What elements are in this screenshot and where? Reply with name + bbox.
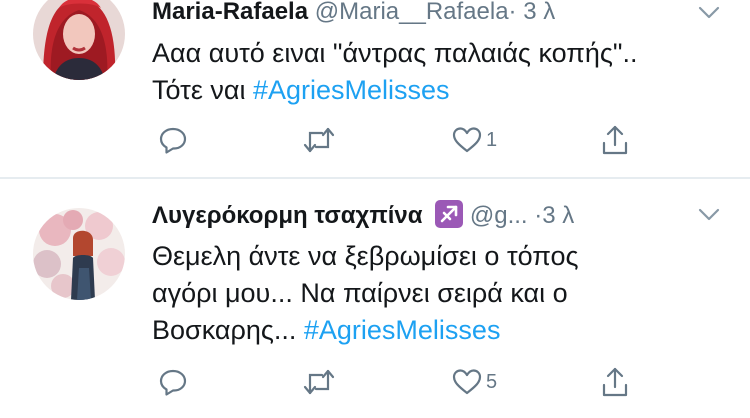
heart-icon [452, 369, 482, 395]
share-icon [602, 125, 628, 155]
avatar[interactable] [33, 208, 125, 300]
retweet-button[interactable] [302, 120, 336, 160]
tweet-text-fragment: Βοσκαρης... [152, 315, 304, 345]
chevron-down-icon[interactable] [698, 208, 720, 222]
like-count: 5 [486, 370, 498, 393]
author-name[interactable]: Λυγερόκορμη τσαχπίνα [152, 202, 423, 229]
tweet-text-line: Θεμελη άντε να ξεβρωμίσει ο τόπος [152, 241, 579, 271]
like-count: 1 [486, 128, 498, 151]
tweet-text-line: αγόρι μου... Να παίρνει σειρά και ο [152, 278, 568, 308]
hashtag-link[interactable]: #AgriesMelisses [253, 75, 450, 105]
separator-dot: · [508, 0, 517, 25]
retweet-button[interactable] [302, 362, 336, 402]
tweet[interactable]: Maria-Rafaela @Maria__Rafaela· 3 λ Ααα α… [0, 0, 750, 177]
author-handle[interactable]: @g... [470, 202, 528, 229]
tweet-header: Λυγερόκορμη τσαχπίνα @g... ·3 λ [152, 200, 574, 230]
timestamp[interactable]: 3 λ [523, 0, 555, 25]
avatar[interactable] [33, 0, 125, 80]
share-icon [602, 367, 628, 397]
chevron-down-icon[interactable] [698, 6, 720, 20]
tweet[interactable]: Λυγερόκορμη τσαχπίνα @g... ·3 λ Θεμελη ά… [0, 179, 750, 418]
timestamp[interactable]: 3 λ [542, 202, 574, 229]
tweet-text-line: Τότε ναι #AgriesMelisses [152, 72, 638, 109]
hashtag-link[interactable]: #AgriesMelisses [304, 315, 501, 345]
tweet-header: Maria-Rafaela @Maria__Rafaela· 3 λ [152, 0, 555, 27]
reply-icon [159, 369, 187, 396]
share-button[interactable] [600, 362, 630, 402]
sagittarius-emoji [435, 200, 464, 228]
retweet-icon [303, 127, 335, 153]
heart-icon [452, 127, 482, 153]
reply-icon [159, 127, 187, 154]
like-button[interactable]: 1 [452, 120, 497, 160]
like-button[interactable]: 5 [452, 362, 497, 402]
tweet-actions: 5 [152, 362, 652, 402]
author-name[interactable]: Maria-Rafaela [152, 0, 308, 25]
tweet-text-fragment: Τότε ναι [152, 75, 253, 105]
reply-button[interactable] [158, 362, 188, 402]
tweet-text-line: Ααα αυτό ειναι "άντρας παλαιάς κοπής".. [152, 38, 638, 68]
tweet-text: Ααα αυτό ειναι "άντρας παλαιάς κοπής".. … [152, 35, 638, 109]
tweet-text-line: Βοσκαρης... #AgriesMelisses [152, 312, 579, 349]
share-button[interactable] [600, 120, 630, 160]
tweet-text: Θεμελη άντε να ξεβρωμίσει ο τόπος αγόρι … [152, 238, 579, 349]
reply-button[interactable] [158, 120, 188, 160]
retweet-icon [303, 369, 335, 395]
tweet-actions: 1 [152, 120, 652, 160]
author-handle[interactable]: @Maria__Rafaela [315, 0, 509, 25]
